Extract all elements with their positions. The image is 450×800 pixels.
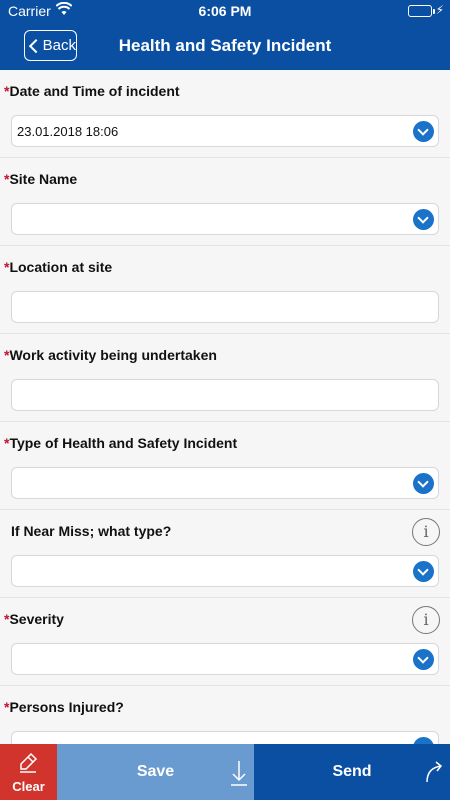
bottom-toolbar: Clear Save Send [0, 744, 450, 800]
field-label: *Work activity being undertaken [4, 347, 217, 363]
field-label: *Date and Time of incident [4, 83, 180, 99]
incident-type-dropdown[interactable] [11, 467, 439, 499]
field-location: *Location at site [0, 246, 450, 334]
send-label: Send [332, 763, 372, 780]
info-icon[interactable]: i [412, 606, 440, 634]
clear-button[interactable]: Clear [0, 744, 57, 800]
field-site-name: *Site Name [0, 158, 450, 246]
clear-label: Clear [12, 779, 45, 794]
field-label: *Type of Health and Safety Incident [4, 435, 238, 451]
page-title: Health and Safety Incident [118, 36, 332, 55]
download-icon [230, 760, 248, 791]
severity-dropdown[interactable] [11, 643, 439, 675]
chevron-down-icon[interactable] [413, 649, 434, 670]
field-persons-injured: *Persons Injured? [0, 686, 450, 744]
chevron-down-icon[interactable] [413, 561, 434, 582]
chevron-down-icon[interactable] [413, 209, 434, 230]
site-name-dropdown[interactable] [11, 203, 439, 235]
battery-icon [408, 5, 435, 17]
save-button[interactable]: Save [57, 744, 254, 800]
status-time: 6:06 PM [198, 3, 252, 19]
chevron-down-icon[interactable] [413, 473, 434, 494]
date-time-dropdown[interactable]: 23.01.2018 18:06 [11, 115, 439, 147]
field-work-activity: *Work activity being undertaken [0, 334, 450, 422]
forward-arrow-icon [424, 760, 446, 789]
charging-icon: ⚡ [435, 3, 444, 17]
field-label: If Near Miss; what type? [11, 523, 172, 539]
eraser-icon [18, 752, 38, 774]
persons-injured-dropdown[interactable] [11, 731, 439, 744]
incident-form: *Date and Time of incident 23.01.2018 18… [0, 70, 450, 744]
navigation-bar: Back Health and Safety Incident [0, 22, 450, 70]
status-bar: Carrier 6:06 PM ⚡ [0, 0, 450, 22]
info-icon[interactable]: i [412, 518, 440, 546]
field-date-time: *Date and Time of incident 23.01.2018 18… [0, 70, 450, 158]
field-label: *Severity [4, 611, 64, 627]
near-miss-type-dropdown[interactable] [11, 555, 439, 587]
chevron-down-icon[interactable] [413, 737, 434, 744]
field-label: *Site Name [4, 171, 78, 187]
field-near-miss-type: If Near Miss; what type? i [0, 510, 450, 598]
field-label: *Persons Injured? [4, 699, 124, 715]
field-incident-type: *Type of Health and Safety Incident [0, 422, 450, 510]
field-severity: *Severity i [0, 598, 450, 686]
location-input[interactable] [11, 291, 439, 323]
send-button[interactable]: Send [254, 744, 450, 800]
field-label: *Location at site [4, 259, 113, 275]
date-time-value: 23.01.2018 18:06 [17, 123, 119, 139]
save-label: Save [136, 763, 175, 780]
work-activity-input[interactable] [11, 379, 439, 411]
chevron-down-icon[interactable] [413, 121, 434, 142]
